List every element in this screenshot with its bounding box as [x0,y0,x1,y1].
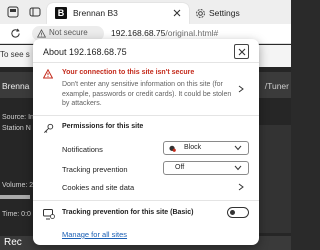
chevron-right-icon [238,85,244,93]
warning-title: Your connection to this site isn't secur… [62,69,195,76]
gear-icon [196,9,205,18]
tracking-prevention-label: Tracking prevention [62,165,128,174]
tab-actions-icon[interactable] [28,5,42,19]
tracking-basic-toggle[interactable] [227,207,249,218]
url-host: 192.168.68.75 [111,28,166,38]
warning-icon [37,29,46,38]
warning-icon [43,69,53,79]
close-tab-icon[interactable] [171,7,183,19]
divider [33,115,259,116]
notifications-label: Notifications [62,145,103,154]
close-icon [238,48,245,55]
not-secure-label: Not secure [49,28,88,37]
page-station-row: Station N [2,125,31,132]
tracking-prevention-icon [43,209,55,220]
brennan-favicon: B [55,7,67,19]
chevron-down-icon [234,165,242,171]
divider [33,200,259,201]
tab-settings[interactable]: Settings [194,3,294,24]
page-record-button[interactable]: Rec [4,237,22,248]
url-path: /original.html# [165,28,219,38]
tab-title: Brennan B3 [73,8,118,18]
warning-body: Don't enter any sensitive information on… [62,81,232,107]
tracking-basic-label: Tracking prevention for this site (Basic… [62,209,194,216]
tab-strip: B Brennan B3 Settings [0,0,291,24]
url-input[interactable]: 192.168.68.75/original.html# [111,28,218,38]
notifications-value: Block [184,144,202,151]
page-top-text: To see s [0,50,30,59]
chevron-right-icon [238,183,244,191]
chevron-down-icon [234,145,242,151]
permissions-title: Permissions for this site [62,123,144,130]
cookies-label: Cookies and site data [62,183,135,192]
page-header-right: /Tuner [264,81,289,91]
page-header-left: Brenna [2,81,30,91]
divider [33,62,259,63]
manage-all-sites-link[interactable]: Manage for all sites [62,230,127,239]
page-right-panel [256,125,291,233]
popup-title: About 192.168.68.75 [43,47,127,57]
page-source-row: Source: In [2,114,34,121]
notifications-select[interactable]: Block [163,141,249,155]
refresh-icon[interactable] [10,28,21,39]
tab-settings-title: Settings [209,8,240,18]
page-time-label: Time: 0:0 [2,211,31,218]
key-icon [44,123,54,133]
toggle-knob [230,210,235,215]
close-popup-button[interactable] [234,44,249,59]
page-volume-bar[interactable] [0,195,30,199]
tracking-prevention-select[interactable]: Off [163,161,249,175]
tab-brennan[interactable]: B Brennan B3 [47,3,189,24]
bell-blocked-icon [169,145,176,152]
site-info-popup: About 192.168.68.75 Your connection to t… [33,39,259,245]
page-volume-label: Volume: 2 [2,182,34,189]
profile-icon[interactable] [6,5,20,19]
tracking-prevention-value: Off [175,164,185,171]
